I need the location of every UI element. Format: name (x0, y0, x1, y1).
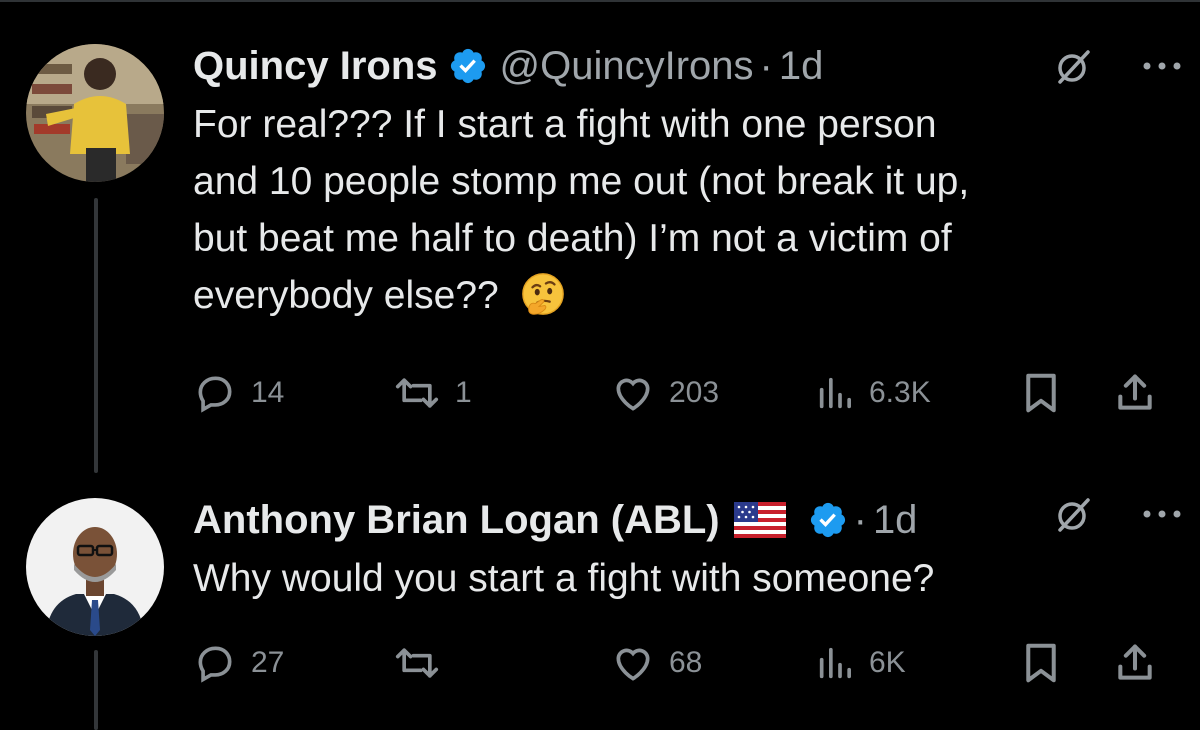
reply-button[interactable]: 27 (193, 638, 284, 688)
share-icon (1118, 644, 1152, 680)
reply-icon (198, 376, 232, 413)
verified-badge-icon (450, 48, 485, 84)
grok-icon[interactable] (1054, 46, 1094, 86)
display-name[interactable]: Anthony Brian Logan (ABL) (193, 494, 720, 546)
repost-button[interactable]: 1 (393, 368, 472, 418)
heart-icon (616, 378, 650, 411)
repost-icon (395, 648, 439, 678)
avatar[interactable] (26, 498, 164, 636)
tweet-text-line: and 10 people stomp me out (not break it… (193, 160, 970, 203)
separator-dot: · (853, 498, 867, 542)
display-name[interactable]: Quincy Irons (193, 40, 438, 92)
tweet-text-line: everybody else?? (193, 274, 510, 317)
repost-icon (395, 378, 439, 408)
verified-badge-icon (810, 502, 845, 538)
tweet-text-line: but beat me half to death) I’m not a vic… (193, 217, 952, 260)
like-count: 203 (669, 376, 720, 409)
tweet-header-actions (1054, 46, 1182, 86)
repost-button[interactable] (393, 638, 455, 688)
thread-line (94, 198, 98, 473)
tweet-content: Quincy Irons @QuincyIrons · 1d For real?… (193, 40, 1173, 324)
tweet-text: For real??? If I start a fight with one … (193, 96, 1173, 324)
tweet-header: Anthony Brian Logan (ABL) · 1d (193, 494, 1173, 546)
tweet-content: Anthony Brian Logan (ABL) · 1d Why would… (193, 494, 1173, 607)
us-flag-icon (733, 502, 786, 538)
views-chart-icon (819, 377, 851, 409)
tweet[interactable]: Quincy Irons @QuincyIrons · 1d For real?… (0, 0, 1200, 473)
views-button[interactable]: 6K (815, 638, 906, 688)
reply-count: 14 (251, 376, 285, 409)
more-options-icon[interactable] (1142, 61, 1182, 71)
tweet-text: Why would you start a fight with someone… (193, 550, 1173, 607)
timestamp[interactable]: 1d (779, 40, 824, 92)
tweet[interactable]: Anthony Brian Logan (ABL) · 1d Why would… (0, 470, 1200, 730)
tweet-actions: 27 68 6K (193, 638, 1173, 688)
share-icon (1118, 374, 1152, 410)
timestamp[interactable]: 1d (873, 494, 918, 546)
tweet-text-line: Why would you start a fight with someone… (193, 557, 935, 600)
heart-icon (616, 648, 650, 681)
reply-button[interactable]: 14 (193, 368, 284, 418)
repost-count: 1 (455, 376, 472, 409)
share-button[interactable] (1113, 368, 1157, 418)
tweet-header: Quincy Irons @QuincyIrons · 1d (193, 40, 1173, 92)
more-options-icon[interactable] (1142, 509, 1182, 519)
thinking-face-emoji-icon (521, 272, 564, 315)
views-button[interactable]: 6.3K (815, 368, 931, 418)
like-button[interactable]: 68 (611, 638, 702, 688)
bookmark-icon (1026, 373, 1056, 413)
tweet-actions: 14 1 203 6.3K (193, 368, 1173, 418)
bookmark-icon (1026, 643, 1056, 683)
tweet-header-actions (1054, 494, 1182, 534)
like-count: 68 (669, 646, 703, 679)
views-count: 6K (869, 646, 906, 679)
tweet-text-line: For real??? If I start a fight with one … (193, 103, 937, 146)
share-button[interactable] (1113, 638, 1157, 688)
bookmark-button[interactable] (1021, 638, 1061, 688)
avatar[interactable] (26, 44, 164, 182)
grok-icon[interactable] (1054, 494, 1094, 534)
separator-dot: · (759, 44, 773, 88)
views-chart-icon (819, 647, 851, 679)
views-count: 6.3K (869, 376, 931, 409)
reply-count: 27 (251, 646, 285, 679)
thread-line (94, 650, 98, 730)
bookmark-button[interactable] (1021, 368, 1061, 418)
handle[interactable]: @QuincyIrons (500, 40, 754, 92)
like-button[interactable]: 203 (611, 368, 719, 418)
reply-icon (198, 646, 232, 683)
